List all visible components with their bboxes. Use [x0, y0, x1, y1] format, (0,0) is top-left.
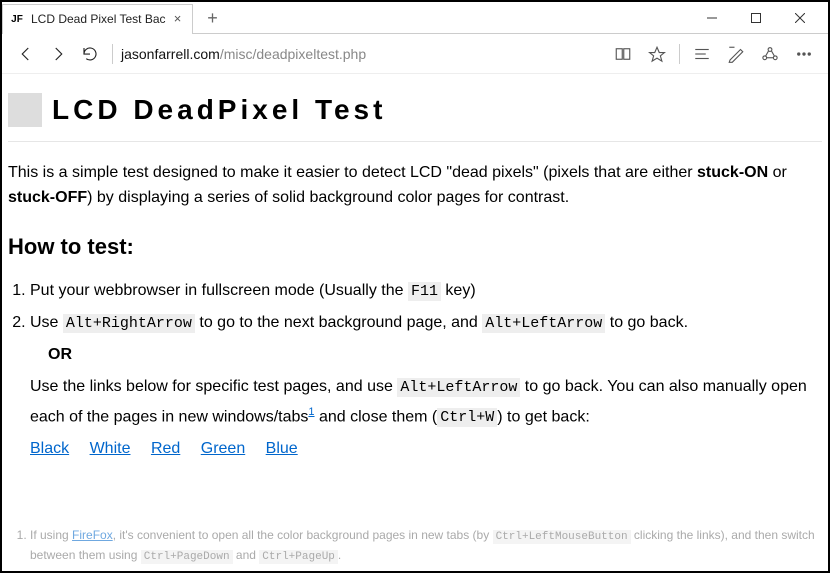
- firefox-link[interactable]: FireFox: [72, 528, 113, 542]
- step2-alt-d: ) to get back:: [497, 408, 590, 425]
- back-button[interactable]: [10, 38, 42, 70]
- forward-button[interactable]: [42, 38, 74, 70]
- footnotes: If using FireFox, it's convenient to ope…: [8, 526, 822, 565]
- title-wrap: LCD DeadPixel Test: [8, 82, 822, 142]
- kbd-alt-left-2: Alt+LeftArrow: [397, 378, 520, 397]
- footnote-1: If using FireFox, it's convenient to ope…: [30, 526, 822, 565]
- fn-d: and: [233, 548, 260, 562]
- intro-text: This is a simple test designed to make i…: [8, 164, 697, 181]
- tab-close-icon[interactable]: ×: [170, 11, 186, 27]
- tab-bar: JF LCD Dead Pixel Test Bac × +: [2, 2, 828, 34]
- link-blue[interactable]: Blue: [266, 440, 298, 457]
- maximize-button[interactable]: [734, 4, 778, 32]
- kbd-ctrl-w: Ctrl+W: [437, 408, 497, 427]
- step2-text-b: to go to the next background page, and: [195, 314, 482, 331]
- step2-text-a: Use: [30, 314, 63, 331]
- step2-text-c: to go back.: [605, 314, 688, 331]
- close-window-button[interactable]: [778, 4, 822, 32]
- fn-a: If using: [30, 528, 72, 542]
- share-icon[interactable]: [754, 38, 786, 70]
- more-icon[interactable]: [788, 38, 820, 70]
- stuck-on: stuck-ON: [697, 164, 768, 181]
- separator: [679, 44, 680, 64]
- step-2: Use Alt+RightArrow to go to the next bac…: [30, 310, 822, 462]
- refresh-button[interactable]: [74, 38, 106, 70]
- step2-alt-c: and close them (: [315, 408, 438, 425]
- window-controls: [690, 4, 822, 32]
- separator: [112, 44, 113, 64]
- url-path: /misc/deadpixeltest.php: [220, 46, 366, 62]
- browser-chrome: JF LCD Dead Pixel Test Bac × + jasonfarr…: [2, 2, 828, 74]
- link-red[interactable]: Red: [151, 440, 180, 457]
- steps-list: Put your webbrowser in fullscreen mode (…: [30, 278, 822, 462]
- howto-heading: How to test:: [8, 229, 822, 264]
- toolbar-right: [607, 38, 820, 70]
- kbd-ctrl-pgup: Ctrl+PageUp: [259, 550, 338, 564]
- new-tab-button[interactable]: +: [199, 4, 227, 32]
- kbd-f11: F11: [408, 282, 441, 301]
- hub-icon[interactable]: [686, 38, 718, 70]
- link-white[interactable]: White: [90, 440, 131, 457]
- minimize-button[interactable]: [690, 4, 734, 32]
- title-badge: [8, 93, 42, 127]
- fn-e: .: [338, 548, 341, 562]
- kbd-ctrl-pgdn: Ctrl+PageDown: [141, 550, 233, 564]
- kbd-alt-right: Alt+RightArrow: [63, 314, 195, 333]
- color-links: Black White Red Green Blue: [30, 436, 822, 462]
- nav-bar: jasonfarrell.com/misc/deadpixeltest.php: [2, 34, 828, 74]
- favicon: JF: [9, 11, 25, 27]
- stuck-off: stuck-OFF: [8, 189, 87, 206]
- address-bar[interactable]: jasonfarrell.com/misc/deadpixeltest.php: [119, 42, 607, 66]
- fn-b: , it's convenient to open all the color …: [113, 528, 493, 542]
- kbd-ctrl-click: Ctrl+LeftMouseButton: [493, 530, 631, 544]
- url-host: jasonfarrell.com: [121, 46, 220, 62]
- favorite-star-icon[interactable]: [641, 38, 673, 70]
- reading-view-icon[interactable]: [607, 38, 639, 70]
- step1-text-a: Put your webbrowser in fullscreen mode (…: [30, 282, 408, 299]
- intro-mid: or: [768, 164, 787, 181]
- kbd-alt-left: Alt+LeftArrow: [482, 314, 605, 333]
- link-green[interactable]: Green: [201, 440, 245, 457]
- step2-alt-a: Use the links below for specific test pa…: [30, 378, 397, 395]
- page-title: LCD DeadPixel Test: [52, 88, 386, 133]
- tab-title: LCD Dead Pixel Test Bac: [31, 12, 166, 26]
- or-label: OR: [48, 342, 822, 368]
- step-1: Put your webbrowser in fullscreen mode (…: [30, 278, 822, 304]
- link-black[interactable]: Black: [30, 440, 69, 457]
- browser-tab[interactable]: JF LCD Dead Pixel Test Bac ×: [2, 4, 193, 34]
- notes-icon[interactable]: [720, 38, 752, 70]
- step1-text-b: key): [441, 282, 476, 299]
- intro-paragraph: This is a simple test designed to make i…: [8, 160, 822, 211]
- intro-after: ) by displaying a series of solid backgr…: [87, 189, 569, 206]
- page-content: LCD DeadPixel Test This is a simple test…: [2, 74, 828, 474]
